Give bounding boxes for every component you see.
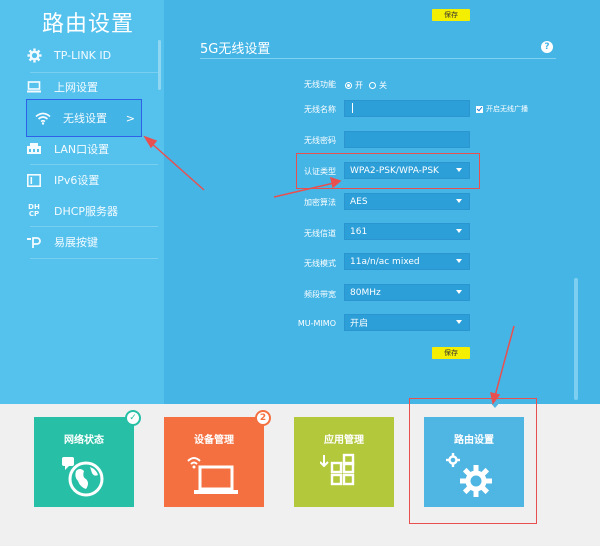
broadcast-checkbox[interactable]: 开启无线广播 <box>476 104 528 114</box>
sidebar-item-ipv6[interactable]: IPv6设置 <box>24 165 160 195</box>
sidebar-item-wireless[interactable]: 无线设置 > <box>26 99 142 137</box>
field-label: MU-MIMO <box>297 319 336 328</box>
radio-off[interactable]: 关 <box>369 80 387 91</box>
lan-icon <box>24 140 44 158</box>
encryption-select[interactable]: AES <box>344 193 470 210</box>
apps-grid-icon <box>320 453 367 497</box>
easymesh-icon <box>24 233 44 251</box>
count-badge: 2 <box>255 410 271 426</box>
sidebar-title: 路由设置 <box>42 12 135 37</box>
radio-on[interactable]: 开 <box>345 80 363 91</box>
field-label: 无线名称 <box>304 105 336 114</box>
help-icon[interactable]: ? <box>541 41 553 53</box>
save-button-bottom[interactable]: 保存 <box>432 347 470 359</box>
divider <box>30 258 158 259</box>
sidebar-item-label: 易展按键 <box>54 236 98 249</box>
tile-device-management[interactable]: 设备管理 2 <box>164 410 271 507</box>
field-label: 无线模式 <box>304 259 336 268</box>
sidebar-item-internet[interactable]: 上网设置 <box>24 72 160 102</box>
text-caret <box>352 103 353 113</box>
divider <box>200 58 556 59</box>
chevron-down-icon <box>456 290 462 294</box>
sidebar-item-dhcp[interactable]: DH CP DHCP服务器 <box>24 196 160 226</box>
field-label: 无线功能 <box>304 80 336 89</box>
field-label: 加密算法 <box>304 198 336 207</box>
chevron-down-icon <box>456 320 462 324</box>
sidebar-item-lan[interactable]: LAN口设置 <box>24 134 160 164</box>
chevron-down-icon <box>456 229 462 233</box>
mumimo-select[interactable]: 开启 <box>344 314 470 331</box>
tile-network-status[interactable]: 网络状态 ✓ <box>34 410 141 507</box>
sidebar: 路由设置 TP-LINK ID 上网设置 无线设置 > LAN口设置 IPv6设… <box>0 0 164 404</box>
checkbox-box <box>476 105 483 113</box>
check-badge-icon: ✓ <box>125 410 141 426</box>
mode-select[interactable]: 11a/n/ac mixed <box>344 253 470 270</box>
sidebar-item-label: DHCP服务器 <box>54 205 119 218</box>
highlight-box-auth <box>296 153 480 189</box>
ipv6-icon <box>24 171 44 189</box>
sidebar-item-easymesh[interactable]: 易展按键 <box>24 227 160 257</box>
save-button-top[interactable]: 保存 <box>432 9 470 21</box>
sidebar-item-label: 无线设置 <box>63 112 107 125</box>
tile-app-management[interactable]: 应用管理 <box>294 417 394 507</box>
checkbox-label: 开启无线广播 <box>486 105 528 113</box>
password-input[interactable] <box>344 131 470 148</box>
chevron-down-icon <box>456 199 462 203</box>
tile-label: 网络状态 <box>64 435 104 446</box>
sidebar-item-label: IPv6设置 <box>54 174 100 187</box>
sidebar-item-tplink-id[interactable]: TP-LINK ID <box>24 40 160 70</box>
gear-icon <box>24 46 44 64</box>
sidebar-item-label: LAN口设置 <box>54 143 110 156</box>
monitor-icon <box>24 78 44 96</box>
radio-dot <box>345 82 352 89</box>
globe-icon <box>62 457 104 497</box>
chevron-right-icon: > <box>125 111 135 125</box>
bandwidth-select[interactable]: 80MHz <box>344 284 470 301</box>
tile-label: 设备管理 <box>194 435 234 446</box>
sidebar-item-label: TP-LINK ID <box>54 48 112 62</box>
sidebar-item-label: 上网设置 <box>54 81 98 94</box>
channel-select[interactable]: 161 <box>344 223 470 240</box>
laptop-wifi-icon <box>187 457 238 494</box>
highlight-box-router-settings <box>409 398 537 524</box>
content-scrollbar[interactable] <box>574 278 578 400</box>
radio-dot <box>369 82 376 89</box>
wifi-icon <box>33 109 53 127</box>
field-label: 频段带宽 <box>304 290 336 299</box>
field-label: 无线密码 <box>304 136 336 145</box>
section-title: 5G无线设置 <box>200 42 271 57</box>
chevron-down-icon <box>456 259 462 263</box>
field-label: 无线信道 <box>304 229 336 238</box>
tile-label: 应用管理 <box>324 435 364 446</box>
dhcp-icon: DH CP <box>28 203 40 218</box>
ssid-input[interactable] <box>344 100 470 117</box>
